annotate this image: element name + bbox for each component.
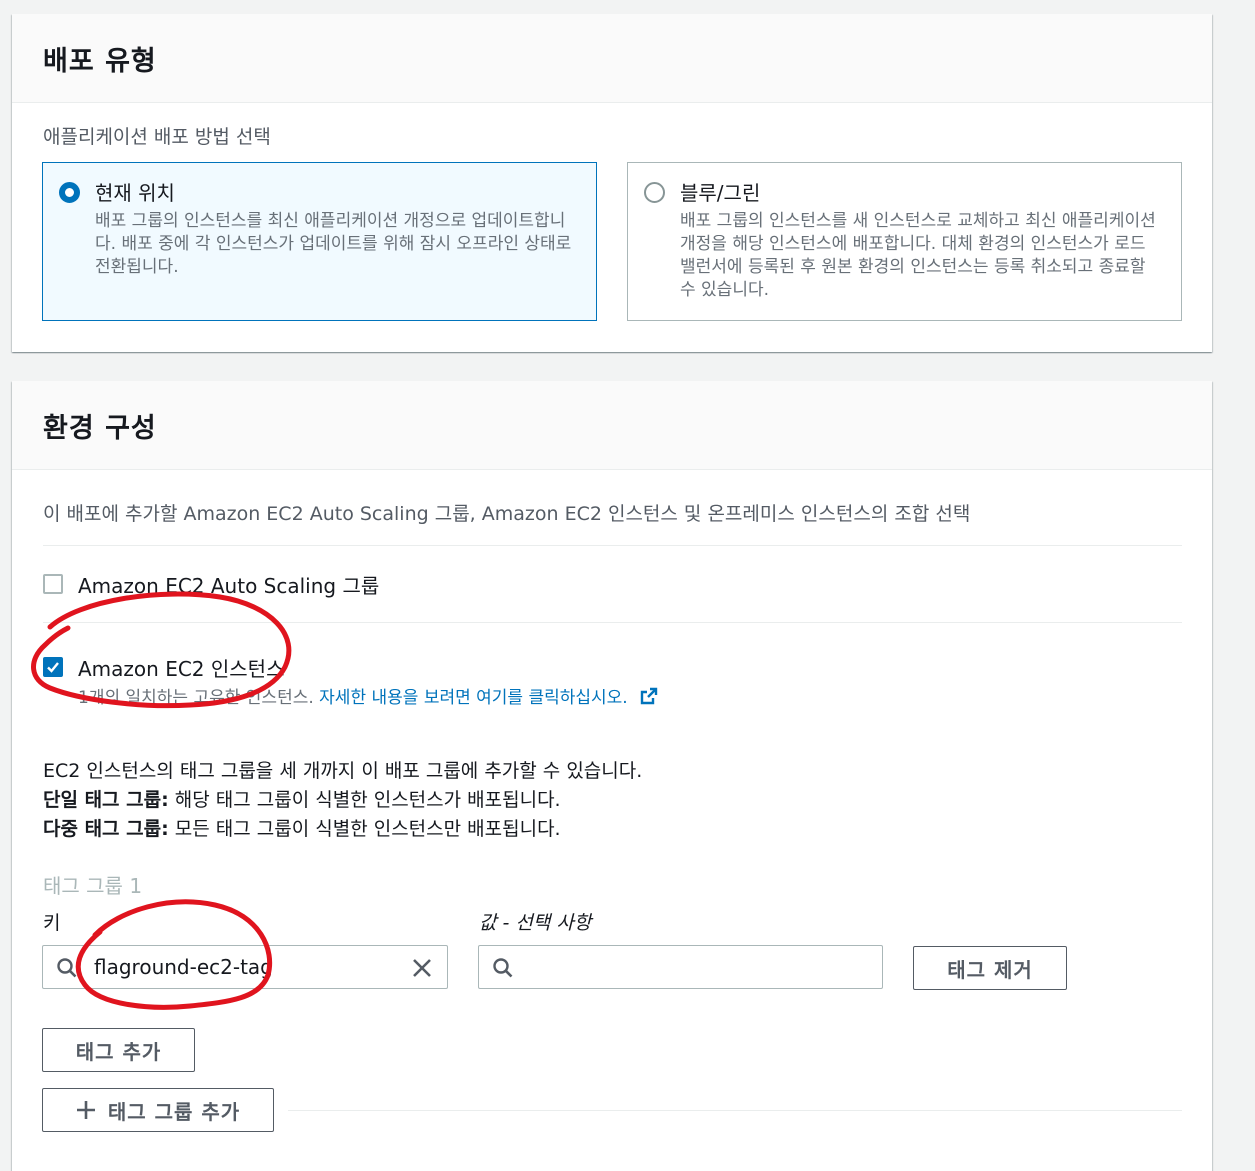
single-tag-group-text: 해당 태그 그룹이 식별한 인스턴스가 배포됩니다. — [168, 789, 561, 811]
divider — [288, 1110, 1182, 1111]
single-tag-group-label: 단일 태그 그룹: — [43, 789, 169, 811]
value-label: 값 - 선택 사항 — [479, 912, 592, 934]
search-icon — [493, 958, 513, 978]
in-place-option-description: 배포 그룹의 인스턴스를 최신 애플리케이션 개정으로 업데이트합니다. 배포 … — [95, 211, 572, 277]
key-label: 키 — [43, 912, 61, 934]
ec2-match-summary: 1개의 일치하는 고유한 인스턴스. 자세한 내용을 보려면 여기를 클릭하십시… — [78, 683, 659, 708]
tag-value-input[interactable] — [478, 945, 883, 989]
ec2-instances-checkbox[interactable] — [43, 657, 63, 677]
search-icon — [57, 958, 77, 978]
tag-group-info-line: EC2 인스턴스의 태그 그룹을 세 개까지 이 배포 그룹에 추가할 수 있습… — [43, 760, 643, 782]
asg-checkbox-label[interactable]: Amazon EC2 Auto Scaling 그룹 — [78, 570, 379, 599]
deployment-type-description: 애플리케이션 배포 방법 선택 — [43, 126, 271, 148]
learn-more-link[interactable]: 자세한 내용을 보려면 여기를 클릭하십시오. — [319, 688, 628, 708]
multi-tag-group-text: 모든 태그 그룹이 식별한 인스턴스만 배포됩니다. — [168, 818, 561, 840]
ec2-match-count-text: 1개의 일치하는 고유한 인스턴스. — [78, 688, 314, 708]
tag-group-title: 태그 그룹 1 — [43, 874, 143, 898]
asg-checkbox[interactable] — [43, 574, 63, 594]
deployment-type-title: 배포 유형 — [43, 45, 157, 77]
external-link-icon[interactable] — [639, 686, 659, 706]
remove-tag-button[interactable]: 태그 제거 — [913, 946, 1067, 990]
plus-icon — [76, 1101, 95, 1119]
environment-config-title: 환경 구성 — [43, 412, 157, 444]
blue-green-radio[interactable] — [644, 182, 665, 203]
blue-green-option-label: 블루/그린 — [680, 181, 761, 205]
deployment-type-header: 배포 유형 — [12, 14, 1212, 103]
divider — [43, 545, 1182, 546]
in-place-radio[interactable] — [59, 182, 80, 203]
add-tag-group-button[interactable]: 태그 그룹 추가 — [42, 1088, 274, 1132]
in-place-option-tile[interactable]: 현재 위치 배포 그룹의 인스턴스를 최신 애플리케이션 개정으로 업데이트합니… — [42, 162, 597, 321]
in-place-option-label: 현재 위치 — [95, 181, 175, 205]
ec2-instances-checkbox-label[interactable]: Amazon EC2 인스턴스 — [78, 653, 284, 682]
environment-config-panel: 환경 구성 이 배포에 추가할 Amazon EC2 Auto Scaling … — [12, 381, 1212, 1171]
blue-green-option-tile[interactable]: 블루/그린 배포 그룹의 인스턴스를 새 인스턴스로 교체하고 최신 애플리케이… — [627, 162, 1182, 321]
tag-key-input[interactable]: flaground-ec2-tag — [42, 945, 448, 989]
tag-group-info: EC2 인스턴스의 태그 그룹을 세 개까지 이 배포 그룹에 추가할 수 있습… — [43, 757, 642, 844]
environment-config-header: 환경 구성 — [12, 381, 1212, 470]
single-tag-group-info: 단일 태그 그룹: 해당 태그 그룹이 식별한 인스턴스가 배포됩니다. — [43, 786, 642, 815]
add-tag-button[interactable]: 태그 추가 — [42, 1028, 195, 1072]
checkmark-icon — [47, 662, 59, 673]
blue-green-option-description: 배포 그룹의 인스턴스를 새 인스턴스로 교체하고 최신 애플리케이션 개정을 … — [680, 211, 1156, 300]
clear-icon[interactable] — [411, 957, 433, 979]
tag-key-value[interactable]: flaground-ec2-tag — [94, 955, 273, 979]
divider — [43, 622, 1182, 623]
add-tag-group-label: 태그 그룹 추가 — [107, 1099, 241, 1124]
multi-tag-group-info: 다중 태그 그룹: 모든 태그 그룹이 식별한 인스턴스만 배포됩니다. — [43, 815, 642, 844]
multi-tag-group-label: 다중 태그 그룹: — [43, 818, 169, 840]
deployment-type-panel: 배포 유형 애플리케이션 배포 방법 선택 현재 위치 배포 그룹의 인스턴스를… — [12, 14, 1212, 352]
environment-config-description: 이 배포에 추가할 Amazon EC2 Auto Scaling 그룹, Am… — [43, 503, 971, 525]
